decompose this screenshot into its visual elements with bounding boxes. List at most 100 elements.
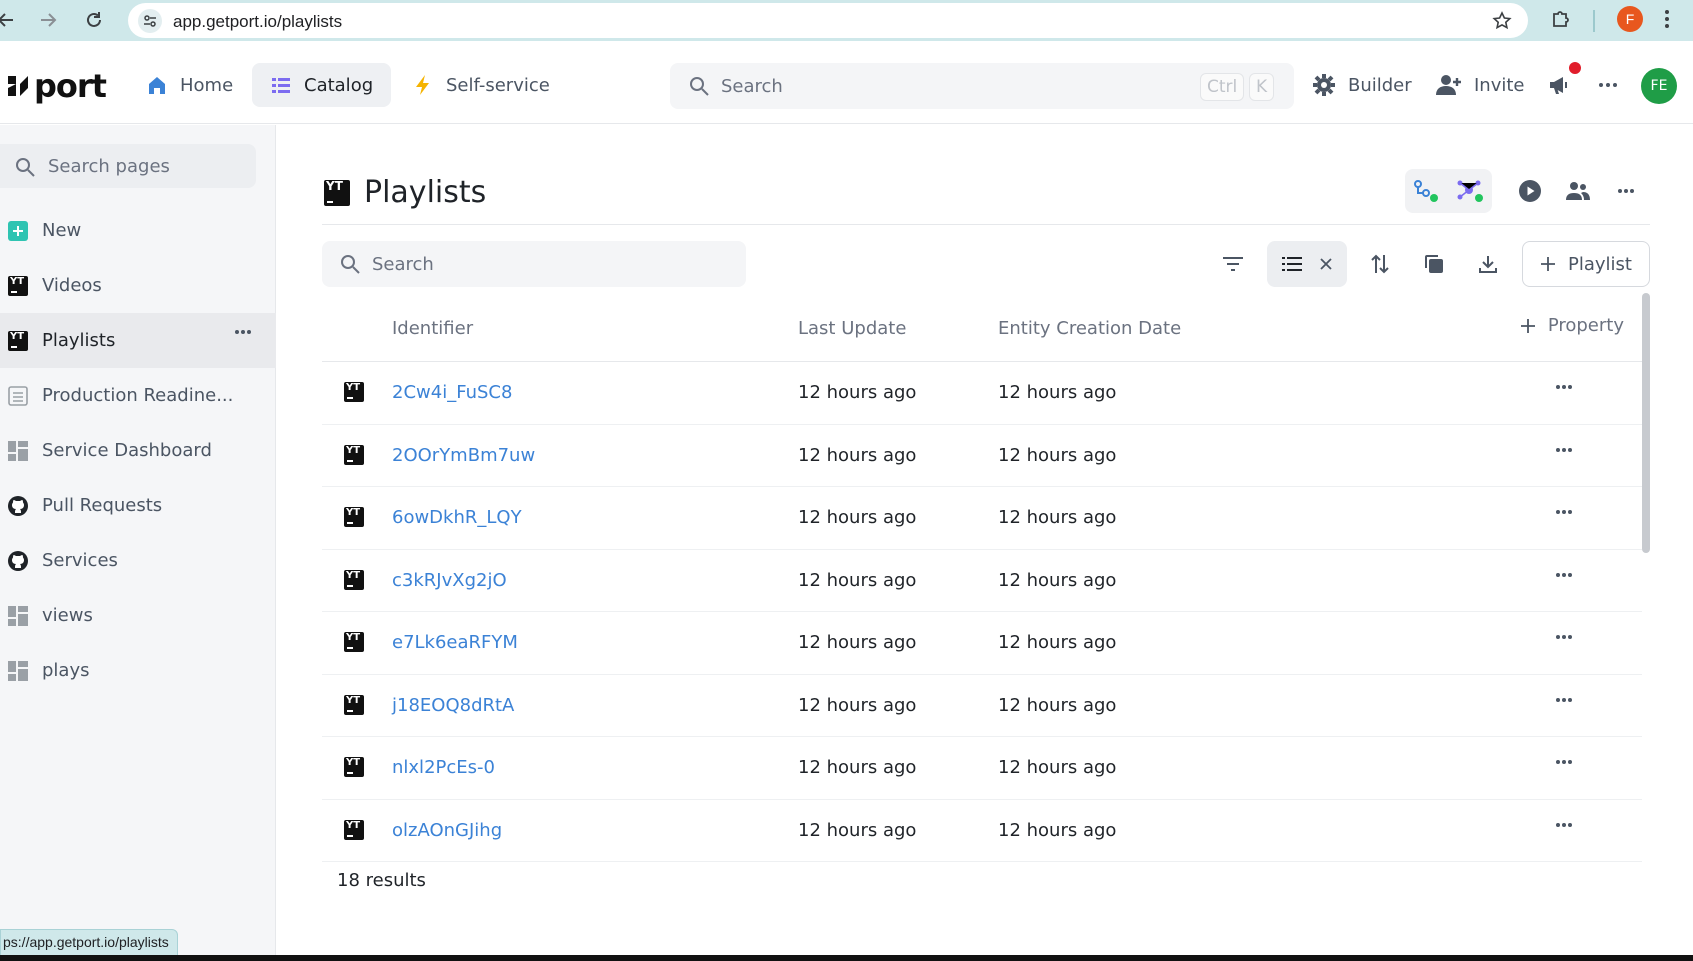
table-row[interactable]: YT olzAOnGJihg 12 hours ago 12 hours ago — [322, 800, 1642, 862]
row-actions-more-icon[interactable] — [1555, 447, 1573, 453]
table-row[interactable]: YT c3kRJvXg2jO 12 hours ago 12 hours ago — [322, 550, 1642, 612]
sidebar-item-label: Playlists — [42, 330, 116, 351]
entity-identifier-link[interactable]: e7Lk6eaRFYM — [392, 632, 518, 653]
table-row[interactable]: YT 6owDkhR_LQY 12 hours ago 12 hours ago — [322, 487, 1642, 550]
user-avatar[interactable]: FE — [1641, 68, 1677, 104]
table-search-placeholder: Search — [372, 254, 434, 275]
filter-icon — [1223, 257, 1243, 271]
last-update-cell: 12 hours ago — [798, 757, 917, 778]
nav-home-label: Home — [180, 74, 234, 96]
sidebar-item-new[interactable]: New — [0, 203, 276, 258]
nav-home[interactable]: Home — [128, 63, 251, 107]
sidebar-item-service-dashboard[interactable]: Service Dashboard — [0, 423, 276, 478]
taskbar-strip — [0, 955, 1693, 961]
creation-date-cell: 12 hours ago — [998, 507, 1117, 528]
entity-graph-icon[interactable] — [1456, 179, 1484, 203]
scorecard-icon — [8, 385, 28, 406]
close-icon[interactable] — [1319, 257, 1333, 271]
sidebar-item-services[interactable]: Services — [0, 533, 276, 588]
sidebar-search-input[interactable]: Search pages — [0, 144, 256, 188]
port-logo[interactable]: port — [6, 67, 107, 105]
copy-icon — [1425, 255, 1443, 273]
entity-identifier-link[interactable]: j18EOQ8dRtA — [392, 695, 514, 716]
announcements-button[interactable] — [1548, 63, 1570, 107]
sidebar-item-views[interactable]: views — [0, 588, 276, 643]
row-actions-more-icon[interactable] — [1555, 759, 1573, 765]
last-update-cell: 12 hours ago — [798, 444, 917, 466]
table-scrollbar[interactable] — [1642, 293, 1650, 553]
youtube-icon: YT — [344, 632, 364, 652]
back-icon[interactable] — [0, 8, 18, 32]
plus-icon — [1541, 257, 1555, 271]
dashboard-icon — [8, 605, 28, 626]
run-action-button[interactable] — [1506, 169, 1554, 213]
table-row[interactable]: YT 2Cw4i_FuSC8 12 hours ago 12 hours ago — [322, 362, 1642, 425]
nav-catalog[interactable]: Catalog — [252, 63, 392, 107]
column-header-identifier[interactable]: Identifier — [392, 318, 473, 339]
bookmark-star-icon[interactable] — [1492, 11, 1512, 31]
browser-profile-avatar[interactable]: F — [1617, 6, 1643, 32]
search-icon — [688, 75, 710, 97]
creation-date-cell: 12 hours ago — [998, 757, 1117, 778]
github-icon — [8, 550, 28, 571]
creation-date-cell: 12 hours ago — [998, 819, 1117, 841]
copy-button[interactable] — [1412, 241, 1456, 287]
browser-toolbar: app.getport.io/playlists F — [0, 0, 1693, 41]
reload-icon[interactable] — [82, 8, 106, 32]
permissions-button[interactable] — [1554, 169, 1602, 213]
row-actions-more-icon[interactable] — [1555, 822, 1573, 828]
sidebar-item-label: New — [42, 220, 82, 241]
sidebar-item-videos[interactable]: YT Videos — [0, 258, 276, 313]
row-actions-more-icon[interactable] — [1555, 634, 1573, 640]
entity-identifier-link[interactable]: olzAOnGJihg — [392, 820, 502, 841]
entity-identifier-link[interactable]: c3kRJvXg2jO — [392, 570, 507, 591]
sidebar-item-production-readiness[interactable]: Production Readine... — [0, 368, 276, 423]
gear-icon — [1313, 74, 1335, 96]
address-bar[interactable]: app.getport.io/playlists — [128, 3, 1528, 38]
row-actions-more-icon[interactable] — [1555, 697, 1573, 703]
site-info-icon[interactable] — [138, 9, 162, 33]
table-search-input[interactable]: Search — [322, 241, 746, 287]
add-playlist-button[interactable]: Playlist — [1522, 241, 1650, 287]
plus-icon — [1520, 318, 1535, 333]
row-actions-more-icon[interactable] — [1555, 384, 1573, 390]
sidebar-item-playlists[interactable]: YT Playlists — [0, 313, 276, 368]
table-row[interactable]: YT e7Lk6eaRFYM 12 hours ago 12 hours ago — [322, 612, 1642, 675]
nav-self-service[interactable]: Self-service — [394, 63, 568, 107]
filter-button[interactable] — [1211, 241, 1255, 287]
entity-identifier-link[interactable]: 2Cw4i_FuSC8 — [392, 382, 512, 403]
column-header-last-update[interactable]: Last Update — [798, 318, 906, 339]
more-menu-button[interactable] — [1598, 63, 1618, 107]
youtube-icon: YT — [344, 507, 364, 527]
more-horizontal-icon — [1618, 189, 1634, 193]
column-header-creation-date[interactable]: Entity Creation Date — [998, 318, 1181, 339]
creation-date-cell: 12 hours ago — [998, 632, 1117, 653]
group-by-toggle[interactable] — [1267, 241, 1347, 287]
more-horizontal-icon[interactable] — [234, 329, 252, 335]
invite-button[interactable]: Invite — [1436, 63, 1525, 107]
table-row[interactable]: YT 2OOrYmBm7uw 12 hours ago 12 hours ago — [322, 425, 1642, 487]
sort-button[interactable] — [1358, 241, 1402, 287]
sidebar-item-plays[interactable]: plays — [0, 643, 276, 698]
extensions-puzzle-icon[interactable] — [1550, 8, 1572, 30]
export-button[interactable] — [1466, 241, 1510, 287]
table-row[interactable]: YT nlxl2PcEs-0 12 hours ago 12 hours ago — [322, 737, 1642, 800]
entity-identifier-link[interactable]: 2OOrYmBm7uw — [392, 445, 535, 466]
add-property-button[interactable]: Property — [1520, 315, 1624, 336]
lineage-graph-icon[interactable] — [1413, 179, 1439, 203]
row-actions-more-icon[interactable] — [1555, 572, 1573, 578]
row-actions-more-icon[interactable] — [1555, 509, 1573, 515]
search-icon — [14, 156, 36, 178]
entity-identifier-link[interactable]: 6owDkhR_LQY — [392, 507, 522, 528]
entity-identifier-link[interactable]: nlxl2PcEs-0 — [392, 757, 495, 778]
sidebar-item-label: Production Readine... — [42, 385, 234, 406]
table-row[interactable]: YT j18EOQ8dRtA 12 hours ago 12 hours ago — [322, 675, 1642, 737]
forward-icon[interactable] — [36, 8, 60, 32]
page-header: YT Playlists — [322, 165, 1650, 225]
global-search-input[interactable]: Search Ctrl K — [670, 63, 1294, 109]
builder-button[interactable]: Builder — [1312, 63, 1412, 107]
page-more-button[interactable] — [1602, 169, 1650, 213]
global-search-placeholder: Search — [721, 76, 783, 97]
sidebar-item-pull-requests[interactable]: Pull Requests — [0, 478, 276, 533]
browser-menu-icon[interactable] — [1664, 8, 1670, 30]
